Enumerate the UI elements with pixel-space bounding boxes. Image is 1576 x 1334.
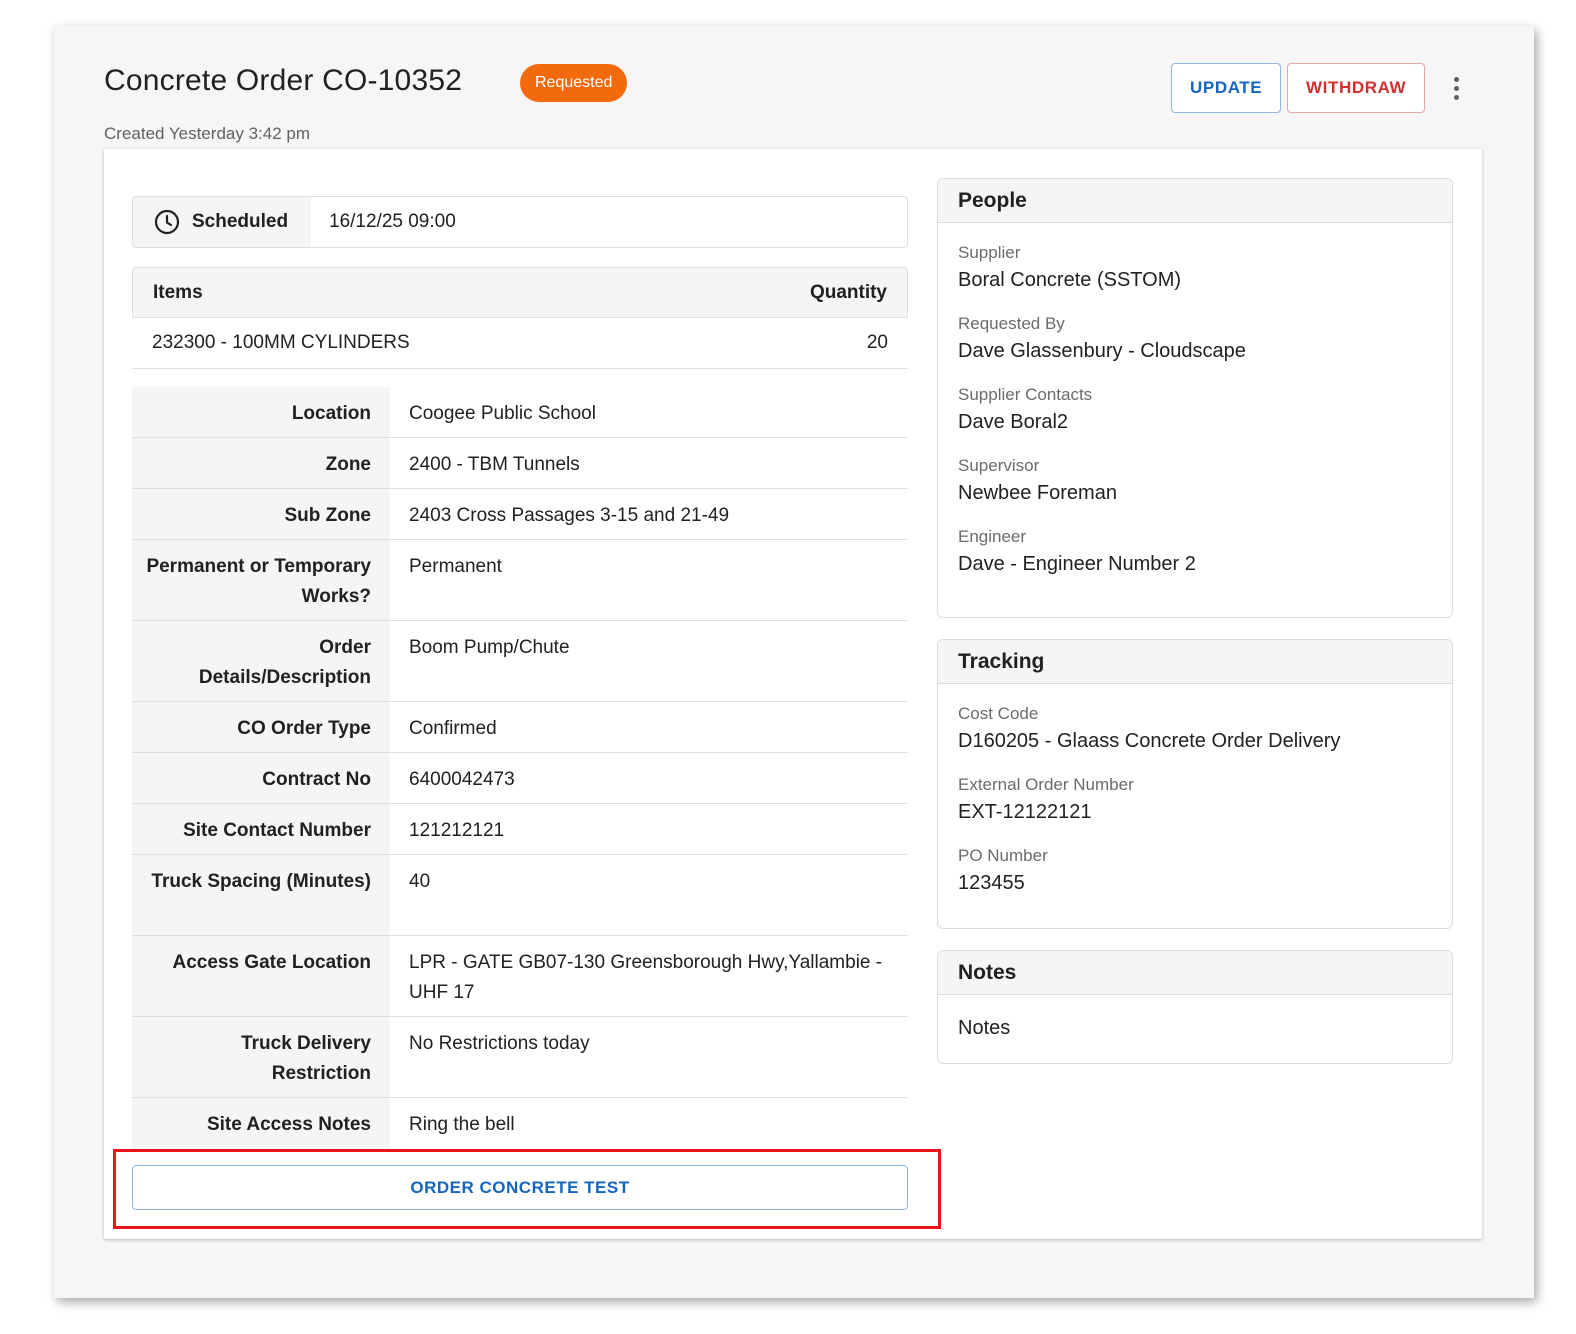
scheduled-value: 16/12/25 09:00 bbox=[329, 211, 456, 232]
concrete-order-window: Concrete Order CO-10352 Requested Create… bbox=[54, 26, 1534, 1298]
scheduled-label: Scheduled bbox=[192, 211, 289, 232]
field-value: Dave Boral2 bbox=[958, 411, 1069, 433]
field-requested-by: Requested By Dave Glassenbury - Cloudsca… bbox=[958, 314, 1432, 365]
detail-value: 40 bbox=[409, 871, 431, 892]
order-concrete-test-button[interactable]: ORDER CONCRETE TEST bbox=[132, 1165, 908, 1210]
clock-icon bbox=[154, 209, 180, 235]
detail-value: Confirmed bbox=[409, 718, 497, 739]
scheduled-row: Scheduled 16/12/25 09:00 bbox=[132, 196, 908, 248]
detail-label: Site Contact Number bbox=[132, 804, 390, 854]
detail-value: 6400042473 bbox=[409, 769, 515, 790]
more-dot bbox=[1453, 85, 1459, 91]
items-table: Items Quantity 232300 - 100MM CYLINDERS … bbox=[132, 267, 908, 369]
items-table-header: Items Quantity bbox=[132, 267, 908, 318]
field-cost-code: Cost Code D160205 - Glaass Concrete Orde… bbox=[958, 704, 1432, 755]
detail-label: Location bbox=[132, 387, 390, 437]
table-row: 232300 - 100MM CYLINDERS 20 bbox=[132, 318, 908, 369]
field-label: Supplier Contacts bbox=[958, 385, 1093, 404]
detail-row-sub-zone: Sub Zone 2403 Cross Passages 3-15 and 21… bbox=[132, 489, 908, 540]
column-header-items: Items bbox=[153, 281, 203, 303]
item-quantity: 20 bbox=[866, 332, 888, 353]
scheduled-label-cell: Scheduled bbox=[133, 197, 311, 247]
detail-row-contract-no: Contract No 6400042473 bbox=[132, 753, 908, 804]
field-po-number: PO Number 123455 bbox=[958, 846, 1432, 897]
notes-panel: Notes Notes bbox=[937, 950, 1453, 1064]
detail-value: LPR - GATE GB07-130 Greensborough Hwy,Ya… bbox=[409, 952, 883, 1003]
detail-value: Ring the bell bbox=[409, 1114, 515, 1135]
detail-row-truck-spacing: Truck Spacing (Minutes) 40 bbox=[132, 855, 908, 936]
detail-label: Contract No bbox=[132, 753, 390, 803]
detail-value: 2403 Cross Passages 3-15 and 21-49 bbox=[409, 505, 730, 526]
notes-text: Notes bbox=[958, 1017, 1011, 1039]
detail-value: Coogee Public School bbox=[409, 403, 596, 424]
field-label: Cost Code bbox=[958, 704, 1039, 723]
field-value: Boral Concrete (SSTOM) bbox=[958, 269, 1182, 291]
field-value: 123455 bbox=[958, 872, 1025, 894]
order-details-table: Location Coogee Public School Zone 2400 … bbox=[132, 387, 908, 1149]
detail-row-site-access-notes: Site Access Notes Ring the bell bbox=[132, 1098, 908, 1149]
detail-row-site-contact: Site Contact Number 121212121 bbox=[132, 804, 908, 855]
detail-row-location: Location Coogee Public School bbox=[132, 387, 908, 438]
field-label: Requested By bbox=[958, 314, 1065, 333]
column-header-quantity: Quantity bbox=[809, 281, 887, 303]
detail-row-order-description: Order Details/Description Boom Pump/Chut… bbox=[132, 621, 908, 702]
page-header: Concrete Order CO-10352 Requested Create… bbox=[104, 44, 1484, 143]
status-badge: Requested bbox=[520, 64, 628, 102]
detail-label: Zone bbox=[132, 438, 390, 488]
field-supplier: Supplier Boral Concrete (SSTOM) bbox=[958, 243, 1432, 294]
field-label: Supervisor bbox=[958, 456, 1040, 475]
field-value: EXT-12122121 bbox=[958, 801, 1092, 823]
people-panel-body: Supplier Boral Concrete (SSTOM) Requeste… bbox=[938, 223, 1452, 578]
detail-row-works-type: Permanent or Temporary Works? Permanent bbox=[132, 540, 908, 621]
detail-label: Truck Delivery Restriction bbox=[132, 1017, 390, 1097]
people-panel-title: People bbox=[938, 179, 1452, 223]
field-label: Supplier bbox=[958, 243, 1021, 262]
field-value: Newbee Foreman bbox=[958, 482, 1117, 504]
detail-label: Truck Spacing (Minutes) bbox=[132, 855, 390, 935]
people-panel: People Supplier Boral Concrete (SSTOM) R… bbox=[937, 178, 1453, 618]
field-engineer: Engineer Dave - Engineer Number 2 bbox=[958, 527, 1432, 578]
detail-label: Site Access Notes bbox=[132, 1098, 390, 1149]
detail-label: Permanent or Temporary Works? bbox=[132, 540, 390, 620]
detail-row-access-gate: Access Gate Location LPR - GATE GB07-130… bbox=[132, 936, 908, 1017]
tracking-panel-body: Cost Code D160205 - Glaass Concrete Orde… bbox=[938, 684, 1452, 897]
detail-label: Order Details/Description bbox=[132, 621, 390, 701]
field-value: D160205 - Glaass Concrete Order Delivery bbox=[958, 730, 1341, 752]
more-vert-icon[interactable] bbox=[1444, 72, 1468, 104]
order-details-card: Scheduled 16/12/25 09:00 Items Quantity … bbox=[104, 149, 1482, 1239]
detail-row-order-type: CO Order Type Confirmed bbox=[132, 702, 908, 753]
detail-value: Permanent bbox=[409, 556, 502, 577]
field-supplier-contacts: Supplier Contacts Dave Boral2 bbox=[958, 385, 1432, 436]
field-external-order-number: External Order Number EXT-12122121 bbox=[958, 775, 1432, 826]
detail-label: CO Order Type bbox=[132, 702, 390, 752]
detail-value: 121212121 bbox=[409, 820, 505, 841]
notes-panel-title: Notes bbox=[938, 951, 1452, 995]
detail-value: Boom Pump/Chute bbox=[409, 637, 570, 658]
detail-value: 2400 - TBM Tunnels bbox=[409, 454, 580, 475]
more-dot bbox=[1453, 76, 1459, 82]
field-label: Engineer bbox=[958, 527, 1027, 546]
field-value: Dave - Engineer Number 2 bbox=[958, 553, 1196, 575]
detail-row-zone: Zone 2400 - TBM Tunnels bbox=[132, 438, 908, 489]
field-label: PO Number bbox=[958, 846, 1048, 865]
detail-label: Sub Zone bbox=[132, 489, 390, 539]
withdraw-button[interactable]: WITHDRAW bbox=[1287, 63, 1426, 113]
detail-label: Access Gate Location bbox=[132, 936, 390, 1016]
tracking-panel-title: Tracking bbox=[938, 640, 1452, 684]
more-dot bbox=[1453, 94, 1459, 100]
page-title: Concrete Order CO-10352 bbox=[104, 64, 463, 97]
field-value: Dave Glassenbury - Cloudscape bbox=[958, 340, 1246, 362]
tracking-panel: Tracking Cost Code D160205 - Glaass Conc… bbox=[937, 639, 1453, 929]
item-name: 232300 - 100MM CYLINDERS bbox=[152, 332, 410, 353]
field-supervisor: Supervisor Newbee Foreman bbox=[958, 456, 1432, 507]
created-timestamp: Created Yesterday 3:42 pm bbox=[104, 124, 311, 143]
field-label: External Order Number bbox=[958, 775, 1134, 794]
detail-value: No Restrictions today bbox=[409, 1033, 590, 1054]
detail-row-truck-restriction: Truck Delivery Restriction No Restrictio… bbox=[132, 1017, 908, 1098]
update-button[interactable]: UPDATE bbox=[1171, 63, 1282, 113]
